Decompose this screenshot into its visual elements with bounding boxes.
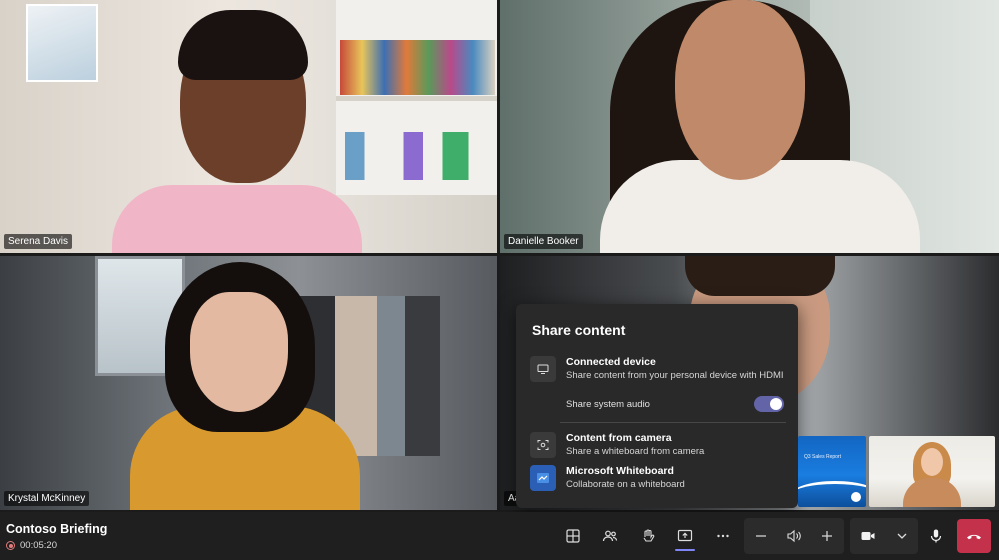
people-icon [602, 530, 618, 542]
connected-device-option[interactable]: Connected device Share content from your… [530, 356, 785, 382]
slide-logo-icon [851, 492, 861, 502]
microphone-button[interactable] [920, 521, 952, 551]
share-screen-icon [677, 529, 693, 542]
divider [560, 422, 786, 423]
person-body [112, 185, 362, 253]
chevron-down-icon [897, 533, 907, 539]
volume-up-button[interactable] [811, 521, 843, 551]
microphone-icon [930, 529, 942, 543]
speaker-icon [787, 529, 801, 543]
content-from-camera-option[interactable]: Content from camera Share a whiteboard f… [530, 432, 785, 458]
meeting-timer: 00:05:20 [6, 540, 57, 551]
option-title: Connected device [566, 356, 656, 368]
shared-slide-thumbnail[interactable]: Q3 Sales Report [798, 436, 866, 507]
poster [26, 4, 98, 82]
toggle-knob [770, 398, 782, 410]
plus-icon [822, 531, 832, 541]
video-tile-danielle[interactable]: Danielle Booker [500, 0, 999, 253]
camera-options-button[interactable] [887, 521, 917, 551]
participant-name: Krystal McKinney [4, 491, 90, 506]
camera-scan-icon [530, 432, 556, 458]
recording-icon [6, 541, 15, 550]
video-tile-krystal[interactable]: Krystal McKinney [0, 256, 497, 510]
option-subtitle: Share content from your personal device … [566, 370, 784, 381]
system-audio-toggle[interactable] [754, 396, 784, 412]
system-audio-row: Share system audio [566, 396, 784, 412]
share-button[interactable] [669, 521, 701, 551]
option-title: Microsoft Whiteboard [566, 465, 674, 477]
participant-name: Danielle Booker [504, 234, 583, 249]
video-camera-icon [861, 532, 875, 540]
whiteboard-icon [530, 465, 556, 491]
more-icon [717, 534, 729, 538]
camera-button[interactable] [852, 521, 884, 551]
volume-down-button[interactable] [745, 521, 777, 551]
leave-button[interactable] [957, 519, 991, 553]
monitor-icon [530, 356, 556, 382]
shelf-books [340, 40, 495, 95]
phone-hangup-icon [967, 534, 981, 540]
meeting-toolbar: Contoso Briefing 00:05:20 [0, 512, 999, 560]
minus-icon [756, 535, 766, 537]
option-subtitle: Collaborate on a whiteboard [566, 479, 685, 490]
slide-title: Q3 Sales Report [804, 454, 841, 460]
person-face [675, 0, 805, 180]
meeting-title: Contoso Briefing [6, 522, 108, 536]
option-title: Content from camera [566, 432, 672, 444]
option-subtitle: Share a whiteboard from camera [566, 446, 705, 457]
person-face [190, 292, 288, 412]
shelf-items [345, 132, 475, 180]
grid-icon [566, 529, 580, 543]
video-stage: Serena Davis Danielle Booker Krystal McK… [0, 0, 999, 512]
participant-name: Serena Davis [4, 234, 73, 249]
layout-button[interactable] [557, 521, 589, 551]
raise-hand-button[interactable] [632, 521, 664, 551]
self-view-thumbnail[interactable] [869, 436, 995, 507]
share-panel-title: Share content [532, 322, 626, 338]
elapsed-time: 00:05:20 [20, 540, 57, 551]
person-face [921, 448, 943, 476]
shelf-board [336, 96, 497, 101]
system-audio-label: Share system audio [566, 398, 650, 410]
video-tile-serena[interactable]: Serena Davis [0, 0, 497, 253]
person-body [903, 478, 961, 507]
volume-button[interactable] [778, 521, 810, 551]
hand-icon [643, 529, 655, 542]
person-hair [685, 256, 835, 296]
microsoft-whiteboard-option[interactable]: Microsoft Whiteboard Collaborate on a wh… [530, 465, 785, 491]
people-button[interactable] [594, 521, 626, 551]
share-content-panel: Share content Connected device Share con… [516, 304, 798, 508]
more-button[interactable] [707, 521, 739, 551]
